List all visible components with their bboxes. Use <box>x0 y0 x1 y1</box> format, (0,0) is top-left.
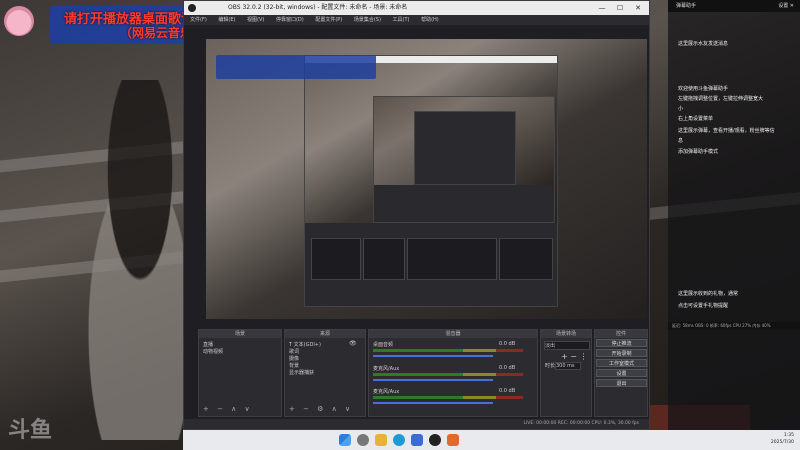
menu-file[interactable]: 文件(F) <box>190 17 207 23</box>
minimize-button[interactable]: — <box>593 1 611 15</box>
obs-icon[interactable] <box>429 434 441 446</box>
danmaku-line: 息 <box>678 138 684 144</box>
source-item[interactable]: T 文本(GDI+) <box>289 341 321 348</box>
source-item[interactable]: 显示器捕获 <box>289 369 314 376</box>
transitions-header: 场景转场 <box>541 330 591 338</box>
nested-obs-preview-3 <box>414 111 516 185</box>
menu-view[interactable]: 视图(V) <box>247 17 264 23</box>
system-tray[interactable]: 1:35 2025/7/30 <box>771 432 794 446</box>
mixer-track-level: 0.0 dB <box>499 365 516 371</box>
gift-line: 这里展示收到的礼物，通常 <box>678 291 739 297</box>
obs-logo-icon <box>188 4 196 12</box>
nested-lyric-bar <box>216 55 376 79</box>
maximize-button[interactable]: ☐ <box>611 1 629 15</box>
start-recording-button[interactable]: 开始录制 <box>596 349 647 357</box>
audio-meter <box>373 373 523 376</box>
obs-title: OBS 32.0.2 (32-bit, windows) - 配置文件: 未命名… <box>228 4 408 11</box>
obs-titlebar: OBS 32.0.2 (32-bit, windows) - 配置文件: 未命名… <box>184 1 649 15</box>
mixer-track-name: 麦克风/Aux <box>373 366 400 372</box>
start-icon[interactable] <box>339 434 351 446</box>
sources-toolbar[interactable]: + − ⚙ ∧ ∨ <box>289 405 353 413</box>
studio-mode-button[interactable]: 工作室模式 <box>596 359 647 367</box>
nested-obs-preview-1 <box>304 55 558 307</box>
source-item[interactable]: 背景 <box>289 362 299 369</box>
app-icon[interactable] <box>447 434 459 446</box>
streamer-avatar <box>4 6 34 36</box>
sources-header: 来源 <box>285 330 365 338</box>
douyu-watermark: 斗鱼 <box>8 418 53 443</box>
danmaku-title: 弹幕助手 <box>676 3 697 9</box>
menu-tools[interactable]: 工具(T) <box>393 17 410 23</box>
volume-slider[interactable] <box>373 355 493 357</box>
menu-docks[interactable]: 停靠窗口(D) <box>276 17 304 23</box>
scene-item[interactable]: 动物视频 <box>203 348 223 355</box>
menu-edit[interactable]: 编辑(E) <box>218 17 235 23</box>
stop-streaming-button[interactable]: 停止推流 <box>596 339 647 347</box>
audio-meter <box>373 349 523 352</box>
edge-icon[interactable] <box>393 434 405 446</box>
danmaku-line: 这里展示水友发送消息 <box>678 41 729 47</box>
controls-header: 控件 <box>595 330 647 338</box>
scenes-header: 场景 <box>199 330 281 338</box>
danmaku-line: 添加弹幕助手模式 <box>678 149 719 155</box>
sources-dock: 来源 T 文本(GDI+) 歌词 摄像 背景 显示器捕获 👁 + − ⚙ ∧ ∨ <box>284 329 366 417</box>
store-icon[interactable] <box>411 434 423 446</box>
danmaku-line: 左键拖拽调整位置，左键拉伸调整宽大 <box>678 96 764 102</box>
add-transition-button[interactable]: + − ⋮ <box>561 352 588 361</box>
danmaku-line: 这里展示弹幕，查看开播/观看，粉丝牌等信 <box>678 128 775 134</box>
mixer-track-level: 0.0 dB <box>499 341 516 347</box>
menu-help[interactable]: 帮助(H) <box>421 17 439 23</box>
search-icon[interactable] <box>357 434 369 446</box>
windows-taskbar: 1:35 2025/7/30 <box>183 430 800 450</box>
obs-menubar: 文件(F) 编辑(E) 视图(V) 停靠窗口(D) 配置文件(P) 场景集合(S… <box>184 15 649 25</box>
danmaku-status: 延迟: 58ms OBS: 0 帧率: 60fps CPU 27% 内存 40% <box>668 322 800 330</box>
mixer-header: 混音器 <box>369 330 537 338</box>
close-button[interactable]: ✕ <box>629 1 647 15</box>
scenes-toolbar[interactable]: + − ∧ ∨ <box>203 405 253 413</box>
scene-item[interactable]: 直播 <box>203 341 213 348</box>
file-explorer-icon[interactable] <box>375 434 387 446</box>
exit-button[interactable]: 退出 <box>596 379 647 387</box>
obs-statusbar: LIVE: 00:00:00 REC: 00:00:00 CPU: 0.3%, … <box>184 419 649 429</box>
clock-time: 1:35 <box>783 433 794 438</box>
menu-profile[interactable]: 配置文件(P) <box>315 17 342 23</box>
menu-scene-collection[interactable]: 场景集合(S) <box>354 17 381 23</box>
source-item[interactable]: 摄像 <box>289 355 299 362</box>
nested-obs-preview-2 <box>373 96 555 223</box>
obs-window: OBS 32.0.2 (32-bit, windows) - 配置文件: 未命名… <box>183 0 650 430</box>
status-text: LIVE: 00:00:00 REC: 00:00:00 CPU: 0.3%, … <box>523 421 639 426</box>
mixer-track-name: 桌面音频 <box>373 342 394 348</box>
danmaku-settings-button[interactable]: 设置 ✕ <box>778 0 794 12</box>
obs-preview[interactable] <box>206 39 647 319</box>
transition-select[interactable]: 淡出 <box>544 341 590 350</box>
danmaku-line: 右上角设置菜单 <box>678 116 714 122</box>
volume-slider[interactable] <box>373 402 493 404</box>
clock-date: 2025/7/30 <box>770 440 794 445</box>
duration-input[interactable]: 300 ms <box>555 362 581 370</box>
duration-label: 时长 <box>545 363 556 369</box>
mixer-track-level: 0.0 dB <box>499 388 516 394</box>
gift-line: 点击可设置手礼物提醒 <box>678 303 729 309</box>
danmaku-line: 欢迎使用斗鱼弹幕助手 <box>678 86 729 92</box>
scenes-dock: 场景 直播 动物视频 + − ∧ ∨ <box>198 329 282 417</box>
danmaku-header: 弹幕助手 设置 ✕ <box>668 0 800 12</box>
volume-slider[interactable] <box>373 379 493 381</box>
source-item[interactable]: 歌词 <box>289 348 299 355</box>
visibility-eye-icon[interactable]: 👁 <box>349 340 357 347</box>
audio-meter <box>373 396 523 399</box>
settings-button[interactable]: 设置 <box>596 369 647 377</box>
mixer-track-name: 麦克风/Aux <box>373 389 400 395</box>
audio-mixer-dock: 混音器 桌面音频 0.0 dB 麦克风/Aux 0.0 dB 麦克风/Aux 0… <box>368 329 538 417</box>
scene-transitions-dock: 场景转场 淡出 + − ⋮ 时长 300 ms <box>540 329 592 417</box>
danmaku-line: 小 <box>678 106 684 112</box>
danmaku-panel: 弹幕助手 设置 ✕ 这里展示水友发送消息 欢迎使用斗鱼弹幕助手 左键拖拽调整位置… <box>668 0 800 450</box>
danmaku-status-text: 延迟: 58ms OBS: 0 帧率: 60fps CPU 27% 内存 40% <box>672 323 771 328</box>
